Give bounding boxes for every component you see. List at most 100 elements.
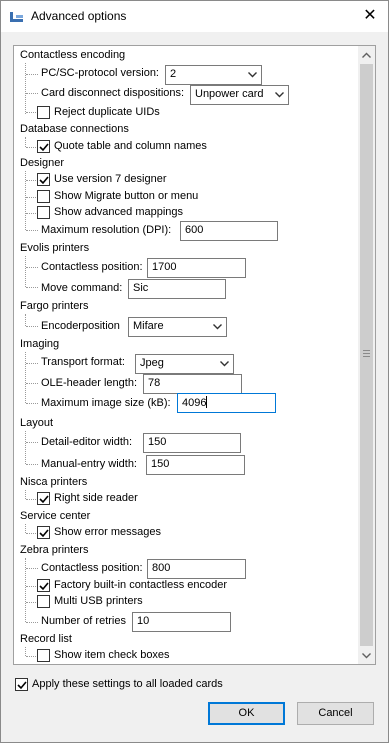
- text-caret: [206, 396, 208, 408]
- retries-input[interactable]: 10: [132, 612, 231, 632]
- zebra-position-input[interactable]: 800: [147, 559, 246, 579]
- tree-guide: [26, 622, 38, 623]
- use-version-7-label: Use version 7 designer: [54, 173, 167, 185]
- show-migrate-checkbox[interactable]: [37, 190, 50, 203]
- transport-format-label: Transport format:: [41, 356, 125, 368]
- tree-guide: [26, 326, 38, 327]
- tree-guide: [26, 363, 38, 364]
- move-command-input[interactable]: Sic: [128, 279, 226, 299]
- scroll-thumb[interactable]: [360, 64, 373, 646]
- tree-guide: [26, 230, 38, 231]
- reject-duplicate-uids-checkbox[interactable]: [37, 106, 50, 119]
- tree-guide: [26, 403, 38, 404]
- tree-guide: [25, 256, 26, 287]
- tree-guide: [25, 647, 26, 656]
- use-version-7-checkbox[interactable]: [37, 173, 50, 186]
- group-service-center: Service center: [20, 510, 91, 522]
- tree-guide: [26, 383, 38, 384]
- advanced-mappings-checkbox[interactable]: [37, 206, 50, 219]
- max-resolution-label: Maximum resolution (DPI):: [41, 224, 172, 236]
- reject-duplicate-uids-label: Reject duplicate UIDs: [54, 106, 160, 118]
- tree-guide: [26, 267, 38, 268]
- scroll-down-icon[interactable]: [358, 647, 375, 664]
- card-disconnect-dropdown[interactable]: Unpower card: [190, 85, 289, 105]
- transport-format-dropdown[interactable]: Jpeg: [135, 354, 234, 374]
- window-title: Advanced options: [31, 9, 127, 23]
- manual-entry-label: Manual-entry width:: [41, 458, 137, 470]
- grip-icon: [363, 350, 370, 357]
- show-error-messages-checkbox[interactable]: [37, 526, 50, 539]
- group-layout: Layout: [20, 417, 54, 429]
- show-migrate-label: Show Migrate button or menu: [54, 190, 199, 202]
- chevron-down-icon: [244, 66, 261, 84]
- app-tool-icon: [9, 10, 25, 24]
- max-image-size-label: Maximum image size (kB):: [41, 397, 171, 409]
- tree-guide: [25, 524, 26, 533]
- detail-editor-input[interactable]: 150: [143, 433, 241, 453]
- apply-all-cards-label: Apply these settings to all loaded cards: [32, 678, 223, 690]
- chevron-down-icon: [216, 355, 233, 373]
- multi-usb-checkbox[interactable]: [37, 595, 50, 608]
- tree-guide: [25, 314, 26, 326]
- group-zebra-printers: Zebra printers: [20, 544, 89, 556]
- tree-guide: [25, 431, 26, 464]
- close-button[interactable]: ✕: [359, 6, 381, 26]
- ok-button[interactable]: OK: [208, 702, 285, 725]
- check-mark-icon: [39, 529, 49, 538]
- quote-names-checkbox[interactable]: [37, 140, 50, 153]
- factory-encoder-label: Factory built-in contactless encoder: [54, 579, 228, 591]
- retries-label: Number of retries: [41, 615, 126, 627]
- encoder-position-value: Mifare: [133, 320, 164, 332]
- group-nisca-printers: Nisca printers: [20, 476, 88, 488]
- tree-guide: [25, 352, 26, 403]
- multi-usb-label: Multi USB printers: [54, 595, 143, 607]
- manual-entry-input[interactable]: 150: [146, 455, 245, 475]
- zebra-position-label: Contactless position:: [41, 562, 143, 574]
- check-mark-icon: [39, 176, 49, 185]
- ole-header-input[interactable]: 78: [143, 374, 242, 394]
- move-command-label: Move command:: [41, 282, 123, 294]
- transport-format-value: Jpeg: [140, 357, 164, 369]
- item-check-boxes-checkbox[interactable]: [37, 649, 50, 662]
- vertical-scrollbar[interactable]: [358, 46, 375, 664]
- options-panel: Contactless encoding PC/SC-protocol vers…: [13, 45, 376, 665]
- tree-guide: [26, 442, 38, 443]
- check-mark-icon: [39, 495, 49, 504]
- group-database-connections: Database connections: [20, 123, 129, 135]
- apply-all-cards-checkbox[interactable]: [15, 678, 28, 691]
- max-resolution-input[interactable]: 600: [180, 221, 278, 241]
- group-contactless-encoding: Contactless encoding: [20, 49, 126, 61]
- pcsc-protocol-label: PC/SC-protocol version:: [41, 67, 159, 79]
- title-bar: Advanced options ✕: [1, 1, 388, 32]
- group-imaging: Imaging: [20, 338, 60, 350]
- scroll-up-icon[interactable]: [358, 46, 375, 63]
- pcsc-protocol-dropdown[interactable]: 2: [165, 65, 262, 85]
- options-list: Contactless encoding PC/SC-protocol vers…: [14, 46, 358, 664]
- advanced-mappings-label: Show advanced mappings: [54, 206, 184, 218]
- advanced-options-window: Advanced options ✕ Contactless encoding …: [0, 0, 389, 743]
- check-mark-icon: [39, 582, 49, 591]
- right-side-reader-label: Right side reader: [54, 492, 138, 504]
- item-check-boxes-label: Show item check boxes: [54, 649, 170, 661]
- evolis-position-label: Contactless position:: [41, 261, 143, 273]
- encoder-position-label: Encoderposition: [41, 320, 120, 332]
- tree-guide: [25, 137, 26, 147]
- group-designer: Designer: [20, 157, 65, 169]
- evolis-position-input[interactable]: 1700: [147, 258, 246, 278]
- tree-guide: [25, 490, 26, 499]
- tree-guide: [26, 74, 38, 75]
- max-image-size-value: 4096: [182, 397, 207, 409]
- detail-editor-label: Detail-editor width:: [41, 436, 133, 448]
- tree-guide: [25, 63, 26, 114]
- chevron-down-icon: [209, 318, 226, 336]
- tree-guide: [26, 287, 38, 288]
- factory-encoder-checkbox[interactable]: [37, 579, 50, 592]
- group-fargo-printers: Fargo printers: [20, 300, 89, 312]
- max-image-size-input[interactable]: 4096: [177, 393, 276, 413]
- card-disconnect-label: Card disconnect dispositions:: [41, 87, 185, 99]
- right-side-reader-checkbox[interactable]: [37, 492, 50, 505]
- tree-guide: [26, 93, 38, 94]
- cancel-button[interactable]: Cancel: [297, 702, 374, 725]
- encoder-position-dropdown[interactable]: Mifare: [128, 317, 227, 337]
- tree-guide: [26, 568, 38, 569]
